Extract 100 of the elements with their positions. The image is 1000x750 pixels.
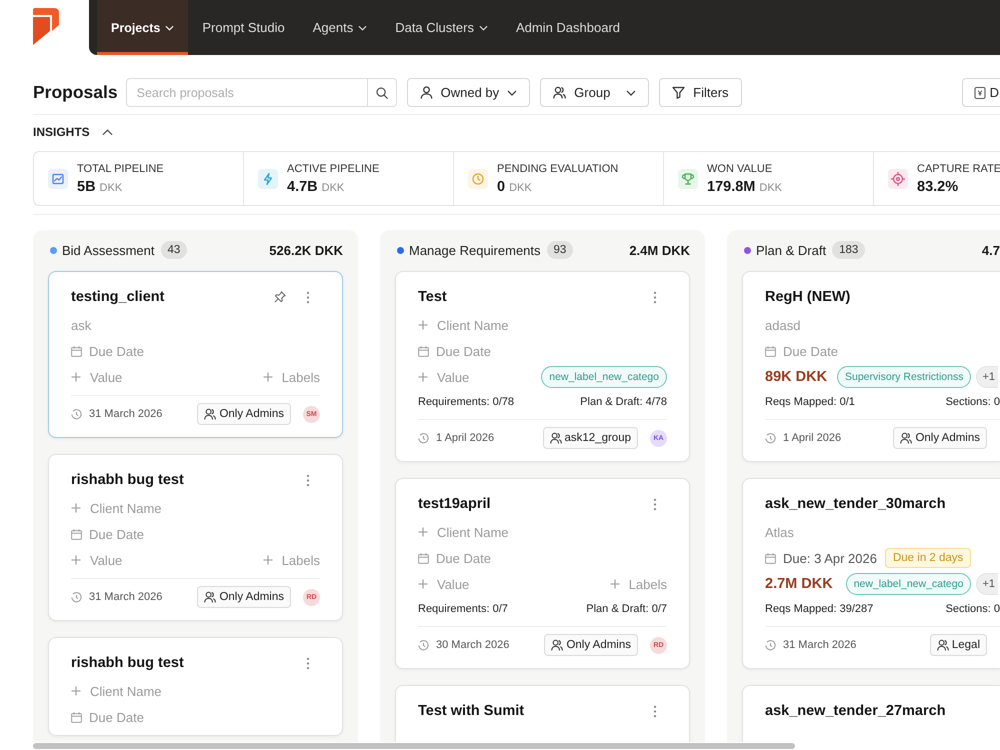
label-tag: new_label_new_catego	[846, 573, 972, 595]
plus-icon	[71, 503, 81, 513]
nav-tab[interactable]: Data Clusters	[381, 0, 502, 55]
proposal-card[interactable]: ask_new_tender_30march Atlas Due: 3 Apr 2026 Due in 2 days 2.7M DKK new_label_new_catego +1 Reqs Mapped: 39/287 Sections: 0 31 March 2026 Legal	[742, 478, 1000, 669]
card-title: Test	[418, 289, 448, 305]
calendar-icon	[765, 346, 776, 356]
progress-stat: Plan & Draft: 0/7	[586, 603, 667, 615]
plus-icon	[71, 555, 81, 565]
progress-stat: Reqs Mapped: 39/287	[765, 603, 874, 615]
proposal-card[interactable]: Test with Sumit	[395, 685, 690, 742]
column-total: 526.2K DKK	[269, 242, 343, 258]
card-title: RegH (NEW)	[765, 289, 852, 305]
count-badge: 183	[832, 241, 866, 259]
card-title: testing_client	[71, 289, 166, 305]
chevron-down-icon	[507, 90, 518, 96]
calendar-icon	[71, 528, 82, 540]
column-total: 4.7	[982, 242, 1000, 258]
date-text: 31 March 2026	[89, 408, 162, 420]
metric-unit: DKK	[100, 182, 122, 194]
date-text: 31 March 2026	[783, 639, 856, 651]
search-field[interactable]: Search proposals	[126, 78, 368, 107]
proposal-value: 2.7M DKK	[765, 576, 833, 592]
lightning-icon	[258, 168, 278, 188]
calendar-icon	[765, 552, 776, 564]
more-icon[interactable]	[653, 498, 657, 510]
nav-tab[interactable]: Projects	[97, 0, 188, 55]
search-button[interactable]	[368, 78, 397, 107]
search-icon	[376, 86, 388, 98]
plus-icon	[418, 320, 428, 330]
pin-icon[interactable]	[274, 291, 286, 303]
people-icon	[900, 432, 912, 444]
proposal-card[interactable]: RegH (NEW) adasd Due Date 89K DKK Supervisory Restrictionss +1 Reqs Mapped: 0/1 Sections: 0 1 April 2026 Only Admins	[742, 271, 1000, 462]
clock-icon	[418, 640, 429, 650]
people-icon	[936, 639, 949, 651]
metric-value: 4.7B	[287, 178, 318, 194]
calendar-icon	[418, 552, 429, 564]
due-date-button[interactable]: Due: 3 Apr 2026	[765, 550, 877, 566]
proposal-card[interactable]: ask_new_tender_27march	[742, 685, 1000, 742]
card-title: Test with Sumit	[418, 703, 526, 719]
metric-value: 5B	[77, 178, 96, 194]
metric-unit: DKK	[759, 182, 782, 194]
group-access-button[interactable]: Only Admins	[544, 634, 638, 656]
group-access-button[interactable]: Only Admins	[197, 586, 291, 608]
date-text: 31 March 2026	[89, 591, 162, 603]
chevron-up-icon[interactable]	[102, 128, 113, 136]
people-icon	[204, 591, 216, 603]
group-access-button[interactable]: Only Admins	[197, 403, 291, 425]
progress-stat: Plan & Draft: 4/78	[580, 396, 667, 408]
client-name: adasd	[765, 318, 800, 332]
card-title: ask_new_tender_27march	[765, 703, 947, 719]
more-icon[interactable]	[653, 704, 657, 718]
clock-icon	[418, 432, 429, 444]
due-badge: Due in 2 days	[884, 548, 972, 568]
column-title: Bid Assessment	[62, 242, 154, 258]
progress-stat: Requirements: 0/7	[418, 603, 508, 615]
more-icon[interactable]	[306, 656, 310, 670]
more-icon[interactable]	[306, 474, 310, 486]
count-badge: 43	[160, 241, 188, 259]
filter-dropdown[interactable]: Owned by	[406, 78, 530, 107]
clock-icon	[765, 640, 776, 650]
nav-tab[interactable]: Prompt Studio	[188, 0, 299, 55]
filter-button[interactable]: Filters	[659, 78, 742, 107]
clock-icon	[765, 432, 776, 444]
filter-dropdown[interactable]: Group	[540, 78, 650, 107]
more-icon[interactable]	[306, 290, 310, 304]
section-title: INSIGHTS	[33, 125, 90, 139]
date-text: 1 April 2026	[436, 432, 494, 444]
client-name: ask	[71, 318, 92, 332]
logo-icon[interactable]	[33, 8, 59, 45]
proposal-card[interactable]: rishabh bug test Client Name Due Date	[48, 637, 343, 736]
nav-tab[interactable]: Admin Dashboard	[502, 0, 634, 55]
group-access-button[interactable]: Legal	[930, 634, 987, 656]
funnel-icon	[672, 86, 686, 99]
count-badge: 93	[546, 241, 574, 259]
horizontal-scrollbar[interactable]	[33, 743, 795, 749]
more-labels-tag[interactable]: +1	[976, 366, 998, 388]
more-icon[interactable]	[653, 290, 657, 304]
column-total: 2.4M DKK	[629, 242, 690, 258]
more-labels-tag[interactable]: +1	[976, 573, 998, 595]
plus-icon	[418, 372, 428, 382]
progress-stat: Requirements: 0/78	[418, 396, 514, 408]
metric-value: 179.8M	[707, 178, 756, 194]
currency-icon	[974, 86, 986, 98]
group-access-button[interactable]: ask12_group	[542, 427, 638, 449]
progress-stat: Reqs Mapped: 0/1	[765, 396, 855, 408]
toolbar-button[interactable]: D	[962, 78, 1000, 107]
proposal-value: 89K DKK	[765, 369, 828, 385]
column-title: Plan & Draft	[756, 242, 826, 258]
trophy-icon	[678, 168, 698, 188]
nav-tab[interactable]: Agents	[298, 0, 382, 55]
plus-icon	[262, 372, 273, 382]
plus-icon	[418, 579, 428, 589]
group-access-button[interactable]: Only Admins	[893, 427, 987, 449]
card-title: rishabh bug test	[71, 472, 185, 488]
card-title: rishabh bug test	[71, 655, 185, 671]
people-icon	[553, 86, 566, 99]
progress-stat: Sections: 0	[946, 603, 1000, 615]
metric-value: 0	[497, 178, 506, 194]
clock-icon	[71, 592, 82, 602]
page-title: Proposals	[33, 82, 118, 103]
